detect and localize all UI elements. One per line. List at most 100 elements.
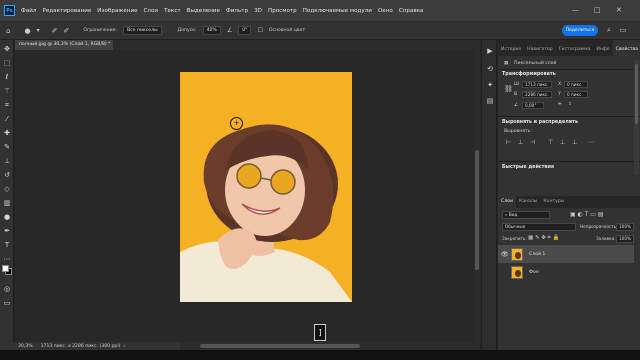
keystroke-overlay: ] [314,324,326,341]
brush-icon[interactable]: ✎ [2,142,12,152]
tab-paths[interactable]: Контуры [540,199,567,208]
layer-name[interactable]: Фон [529,270,539,275]
type-icon[interactable]: T [2,240,12,250]
menu-image[interactable]: Изображение [97,8,137,14]
fill-field[interactable]: 100% [616,235,634,243]
sample-select[interactable]: Все пикселы [122,26,162,35]
height-field[interactable]: 2286 пикс. [522,91,552,98]
opacity-field[interactable]: 100% [616,223,634,231]
share-button[interactable]: Поделиться [562,25,598,36]
document-tab[interactable]: полный.jpg @ 30,3% (Слой 1, RGB/8) * × [15,40,113,50]
layer-filter-select[interactable]: ⌕ Вид [502,211,550,219]
layer-thumbnail [511,265,523,279]
width-field[interactable]: 1713 пикс. [522,81,552,88]
zoom-level[interactable]: 30,3% [18,344,33,349]
align-hcenter-icon[interactable]: ⊥ [518,139,523,146]
quick-actions-header[interactable]: Быстрые действия [502,165,554,170]
angle-icon-panel: ∠ [514,103,519,108]
menu-file[interactable]: Файл [21,8,36,14]
x-field[interactable]: 0 пикс. [564,81,588,88]
status-arrow-icon[interactable]: › [123,344,125,349]
move-icon[interactable]: ✥ [2,44,12,54]
align-right-icon[interactable]: ⊣ [530,139,535,146]
align-vcenter-icon[interactable]: ⊥ [560,139,565,146]
eyedropper-icon[interactable]: ⁄ [2,114,12,124]
home-icon[interactable]: ⌂ [6,27,10,35]
tab-properties[interactable]: Свойства [612,40,640,56]
foreground-color-swatch[interactable] [2,265,9,272]
lasso-icon[interactable]: ℓ [2,72,12,82]
layer-row[interactable]: Фон [498,263,634,281]
document-tab-title: полный.jpg @ 30,3% (Слой 1, RGB/8) * [19,42,111,47]
tab-navigator[interactable]: Навигатор [524,47,556,56]
workspace-icon[interactable]: ▭ [618,25,628,35]
filter-icons[interactable]: ▣ ◐ T ▭ ▤ [570,211,604,218]
blend-mode-select[interactable]: Обычные [502,223,576,231]
gradient-icon[interactable]: ▥ [2,198,12,208]
align-bottom-icon[interactable]: ⊥ [572,139,577,146]
healing-icon[interactable]: ✚ [2,128,12,138]
history-brush-icon[interactable]: ↺ [2,170,12,180]
sample-mode-icon[interactable]: ✐ [52,27,58,35]
brush-cursor: + [230,117,243,130]
align-top-icon[interactable]: ⊤ [548,139,553,146]
tab-info[interactable]: Инфо [593,47,612,56]
layer-name[interactable]: Слой 1 [529,252,545,257]
histogram-icon[interactable]: ▤ [485,96,495,106]
dodge-icon[interactable]: ● [2,212,12,222]
angle-field[interactable]: 0,00° [522,102,544,109]
menu-view[interactable]: Просмотр [268,8,297,14]
menu-layers[interactable]: Слои [144,8,159,14]
magic-wand-icon[interactable]: ⚚ [2,86,12,96]
menu-plugins[interactable]: Подключаемые модули [303,8,372,14]
close-button[interactable]: ✕ [616,6,622,14]
menu-3d[interactable]: 3D [254,8,262,14]
menu-filter[interactable]: Фильтр [226,8,248,14]
tab-history[interactable]: История [498,47,524,56]
navigator-icon[interactable]: ✦ [485,80,495,90]
menu-text[interactable]: Текст [164,8,181,14]
menu-window[interactable]: Окно [378,8,393,14]
crop-icon[interactable]: ⌗ [2,100,12,110]
play-icon[interactable]: ▶ [485,46,495,56]
document-image[interactable] [180,72,352,302]
vertical-scroll-thumb[interactable] [475,150,479,270]
angle-input[interactable]: 0° [238,26,252,35]
quick-mask-icon[interactable]: ◎ [2,284,12,294]
maximize-button[interactable]: □ [594,6,601,14]
menu-select[interactable]: Выделение [187,8,220,14]
flip-v-icon[interactable]: ⇳ [568,102,572,107]
layer-row[interactable]: 👁 Слой 1 [498,245,634,263]
lock-icons[interactable]: ▦ ✎ ✥ ⌗ 🔒 [528,235,559,242]
tolerance-input[interactable]: 40% [202,26,221,35]
menu-edit[interactable]: Редактирование [42,8,91,14]
tab-layers[interactable]: Слои [498,196,516,208]
eye-icon[interactable]: 👁 [501,251,509,258]
menu-help[interactable]: Справка [399,8,424,14]
minimize-button[interactable]: — [572,6,579,14]
horizontal-scroll-thumb[interactable] [200,344,360,348]
eraser-icon[interactable]: ◇ [2,184,12,194]
more-options-icon[interactable]: ⋯ [588,139,594,146]
link-icon[interactable]: ⛓ [504,85,513,93]
pen-icon[interactable]: ✒ [2,226,12,236]
brush-size-icon[interactable]: ▾ [37,27,40,34]
layer-checkbox[interactable]: ☐ [257,27,262,34]
tab-histogram[interactable]: Гистограмма [556,47,594,56]
properties-scroll-thumb[interactable] [635,64,638,124]
y-field[interactable]: 0 пикс. [564,91,588,98]
sample-add-icon[interactable]: ✐ [63,27,69,35]
flip-h-icon[interactable]: ⇹ [558,102,562,107]
align-left-icon[interactable]: ⊢ [506,139,511,146]
screen-mode-icon[interactable]: ▭ [2,298,12,308]
transform-header[interactable]: Трансформировать [502,72,556,77]
tool-preset-icon[interactable]: ● [24,27,30,35]
search-icon[interactable]: ⌕ [604,25,614,35]
stamp-icon[interactable]: ⊥ [2,156,12,166]
tab-channels[interactable]: Каналы [516,199,540,208]
more-icon[interactable]: ⋯ [2,254,12,264]
marquee-icon[interactable]: ⬚ [2,58,12,68]
align-header[interactable]: Выровнять и распределить [502,120,578,125]
history-icon[interactable]: ⟲ [485,64,495,74]
fill-label: Заливка: [596,236,616,241]
